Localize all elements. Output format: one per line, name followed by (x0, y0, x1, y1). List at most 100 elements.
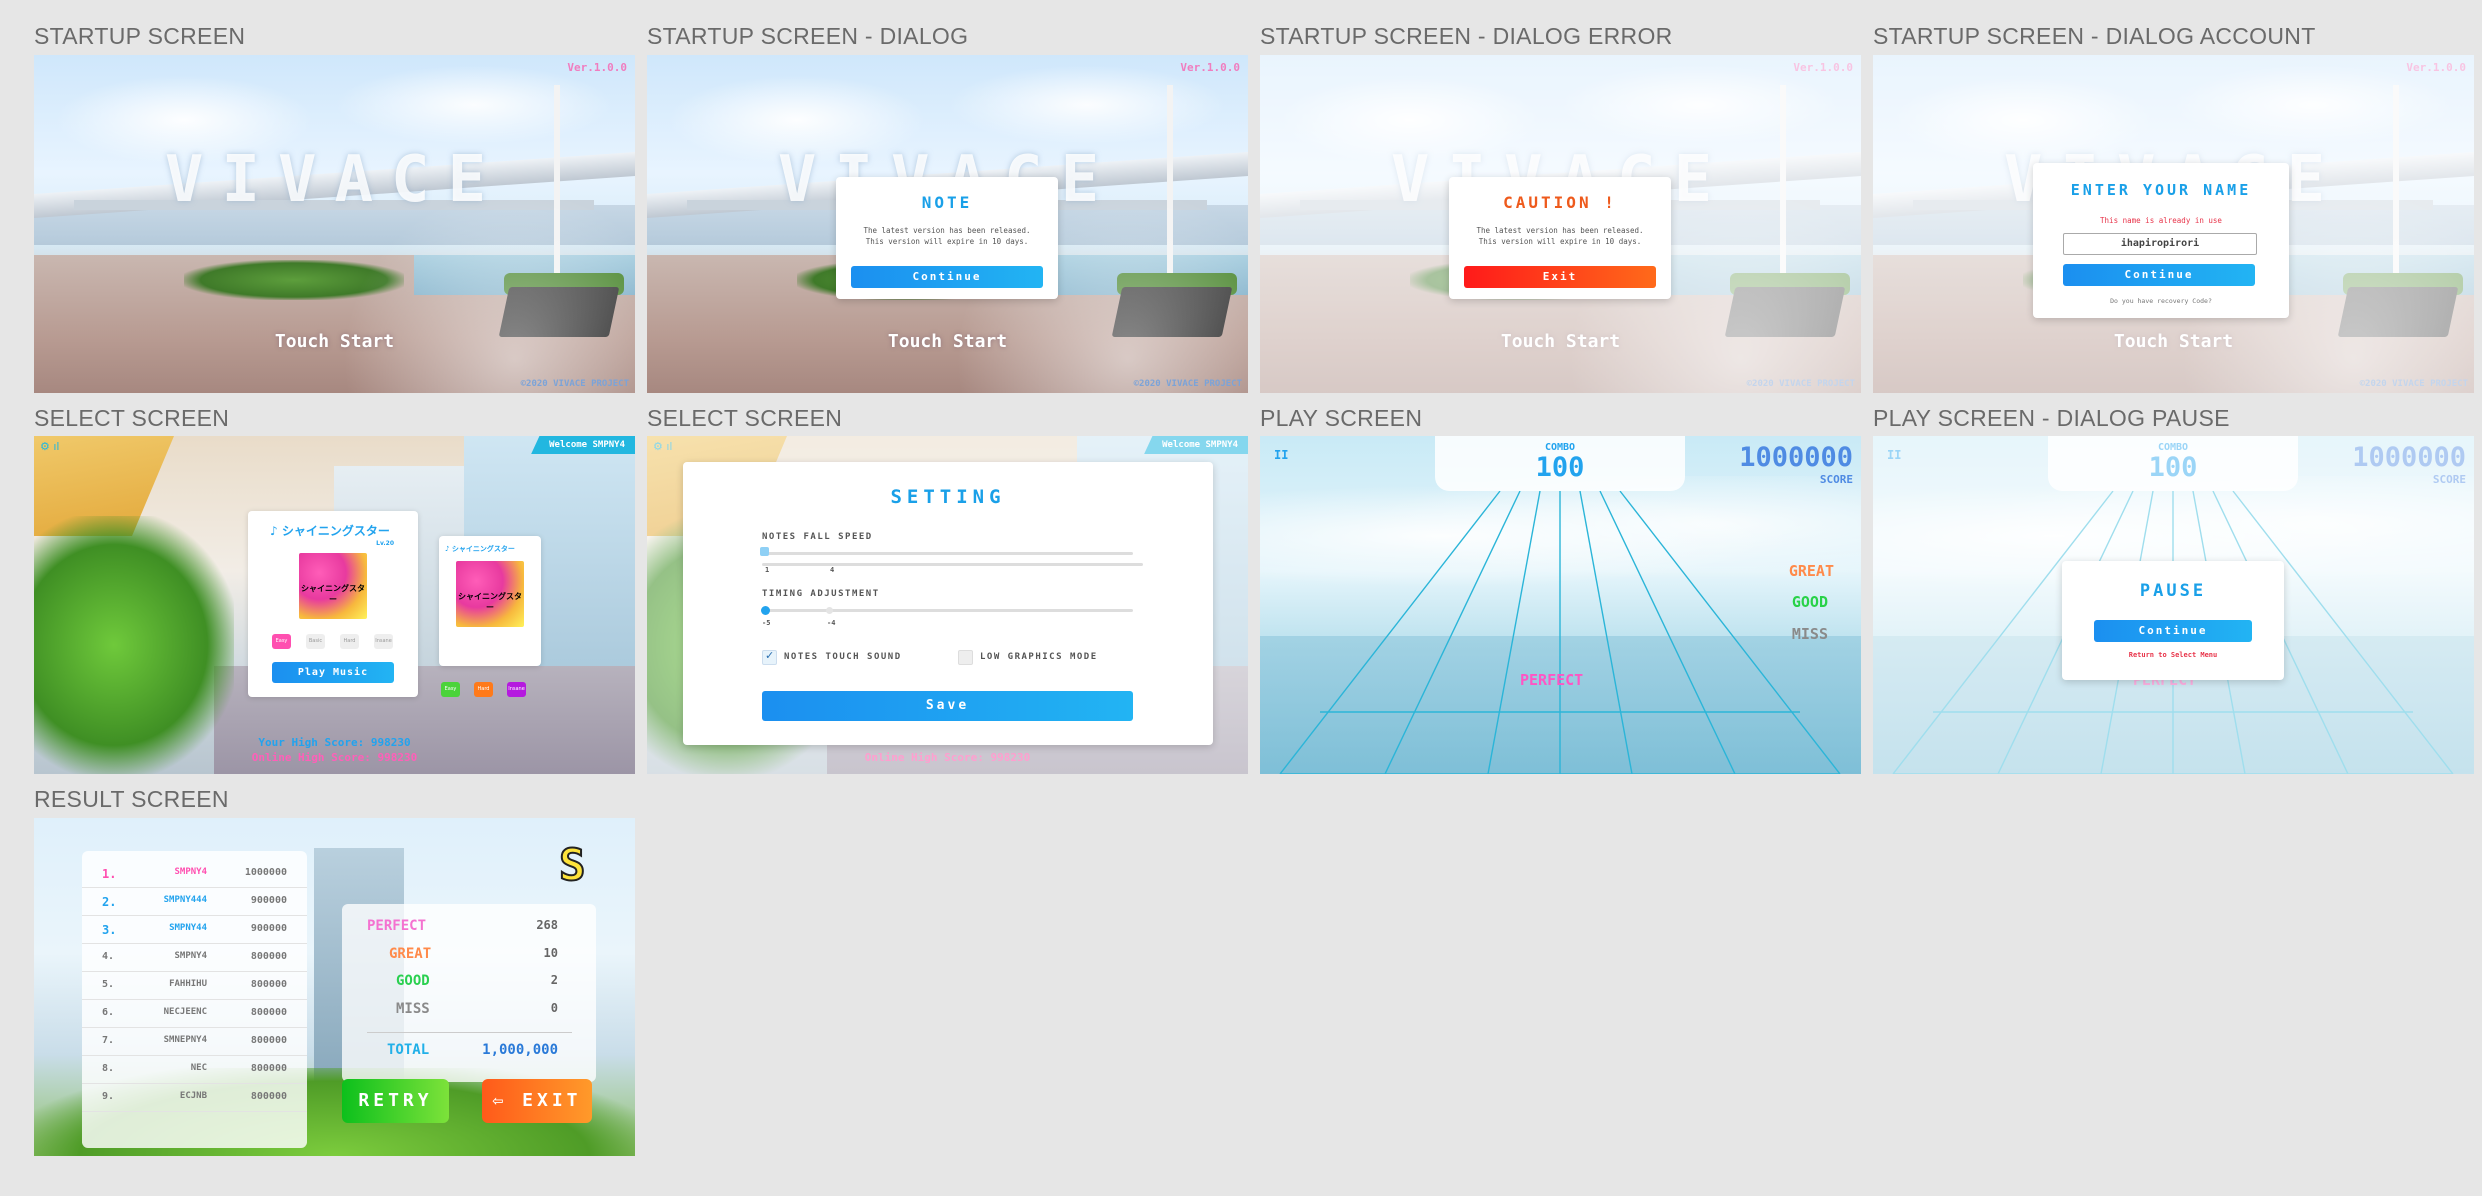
rank-number: 4. (102, 951, 115, 962)
grade-badge: S (558, 839, 586, 892)
startup-dialog-screen: Ver.1.0.0 VIVACE Touch Start ©2020 VIVAC… (647, 55, 1248, 393)
combo-count: 100 (1535, 452, 1585, 483)
account-dialog: ENTER YOUR NAME This name is already in … (2033, 163, 2289, 318)
song-level: Lv.20 (376, 540, 394, 547)
rank-number: 2. (102, 895, 117, 909)
ranking-row: 2. SMPNY444 900000 (82, 887, 307, 916)
miss-judgement: MISS (1791, 625, 1828, 643)
pause-button[interactable]: II (1274, 448, 1288, 462)
perfect-label: PERFECT (367, 918, 427, 934)
player-name: NEC (190, 1063, 207, 1073)
dialog-title: ENTER YOUR NAME (2070, 181, 2252, 199)
title-startup-error: STARTUP SCREEN - DIALOG ERROR (1260, 23, 1673, 49)
exit-label: EXIT (522, 1090, 582, 1111)
settings-icon[interactable]: ⚙ ıl (40, 440, 59, 453)
note-dialog: NOTE The latest version has been release… (836, 177, 1058, 299)
miss-label: MISS (396, 1001, 430, 1017)
ranking-icon[interactable]: ıl (53, 440, 59, 453)
continue-button[interactable]: Continue (2063, 264, 2255, 286)
startup-account-screen: Ver.1.0.0 VIVACE Touch Start ©2020 VIVAC… (1873, 55, 2474, 393)
good-label: GOOD (396, 973, 430, 989)
player-score: 800000 (250, 1063, 287, 1074)
continue-button[interactable]: Continue (851, 266, 1043, 288)
difficulty-easy[interactable]: Easy (272, 634, 291, 649)
player-score: 800000 (250, 979, 287, 990)
game-logo: VIVACE (164, 143, 505, 217)
online-high-score: Online High Score: 998230 (251, 751, 418, 764)
good-count: 2 (550, 973, 558, 987)
speed-value: 4 (830, 566, 835, 574)
rank-number: 7. (102, 1035, 115, 1046)
divider (367, 1032, 572, 1033)
next-difficulty-insane[interactable]: Insane (507, 682, 526, 697)
exit-button[interactable]: Exit (1464, 266, 1656, 288)
select-screen: ⚙ ıl Welcome SMPNY4 ♪ シャイニングスター Lv.20 シャ… (34, 436, 635, 774)
touch-start-prompt[interactable]: Touch Start (34, 331, 635, 352)
play-music-button[interactable]: Play Music (272, 662, 394, 683)
song-jacket: シャイニングスター (299, 553, 367, 619)
pause-dialog: PAUSE Continue Return to Select Menu (2062, 561, 2284, 680)
difficulty-hard[interactable]: Hard (340, 634, 359, 649)
your-high-score: Your High Score: 998230 (258, 736, 411, 749)
dialog-title: PAUSE (2139, 581, 2207, 601)
speed-label: NOTES FALL SPEED (762, 532, 873, 542)
song-card[interactable]: ♪ シャイニングスター Lv.20 シャイニングスター Easy Basic H… (248, 511, 418, 697)
speed-knob[interactable] (760, 547, 769, 556)
copyright: ©2020 VIVACE PROJECT (1133, 379, 1242, 389)
result-screen: 1. SMPNY4 1000000 2. SMPNY444 900000 3. SMPNY44… (34, 818, 635, 1156)
ranking-row: 1. SMPNY4 1000000 (82, 859, 307, 888)
touch-sound-label: NOTES TOUCH SOUND (784, 652, 902, 662)
total-label: TOTAL (387, 1042, 430, 1058)
rank-number: 3. (102, 923, 117, 937)
player-name: ECJNB (179, 1091, 207, 1101)
player-score: 800000 (250, 1035, 287, 1046)
continue-button[interactable]: Continue (2094, 620, 2252, 642)
version-label: Ver.1.0.0 (1180, 61, 1240, 74)
great-count: 10 (543, 946, 558, 960)
dialog-title: NOTE (921, 193, 973, 212)
timing-min: -5 (762, 619, 771, 627)
player-name: NECJEENC (163, 1007, 207, 1017)
player-name: SMPNY44 (169, 923, 207, 933)
startup-error-screen: Ver.1.0.0 VIVACE Touch Start ©2020 VIVAC… (1260, 55, 1861, 393)
ranking-row: 8. NEC 800000 (82, 1055, 307, 1084)
player-score: 800000 (250, 1091, 287, 1102)
low-graphics-checkbox[interactable] (958, 650, 973, 665)
online-high-score: Online High Score: 998230 (864, 751, 1031, 764)
next-difficulty-hard[interactable]: Hard (474, 682, 493, 697)
low-graphics-label: LOW GRAPHICS MODE (980, 652, 1098, 662)
rank-number: 6. (102, 1007, 115, 1018)
player-score: 900000 (250, 895, 287, 906)
save-button[interactable]: Save (762, 691, 1133, 721)
touch-sound-checkbox[interactable]: ✓ (762, 649, 777, 665)
score-value: 1000000 (1739, 442, 1853, 473)
speed-min: 1 (765, 566, 770, 574)
name-input[interactable]: ihapiropirori (2063, 233, 2257, 255)
ranking-row: 4. SMPNY4 800000 (82, 943, 307, 972)
startup-screen[interactable]: Ver.1.0.0 VIVACE Touch Start ©2020 VIVAC… (34, 55, 635, 393)
miss-count: 0 (550, 1001, 558, 1015)
player-score: 800000 (250, 1007, 287, 1018)
recovery-code-link[interactable]: Do you have recovery Code? (2033, 296, 2289, 307)
ranking-row: 7. SMNEPNY4 800000 (82, 1027, 307, 1056)
great-judgement: GREAT (1788, 562, 1834, 580)
player-score: 800000 (250, 951, 287, 962)
timing-track[interactable] (762, 609, 1133, 612)
setting-dialog: SETTING NOTES FALL SPEED 1 4 TIMING ADJU… (683, 462, 1213, 745)
dialog-title: CAUTION ! (1503, 193, 1617, 212)
timing-marker (826, 607, 833, 614)
retry-button[interactable]: RETRY (342, 1079, 449, 1123)
return-select-link[interactable]: Return to Select Menu (2062, 650, 2284, 661)
timing-label: TIMING ADJUSTMENT (762, 589, 880, 599)
difficulty-insane[interactable]: Insane (374, 634, 393, 649)
timing-knob[interactable] (761, 606, 770, 615)
player-score: 900000 (250, 923, 287, 934)
ranking-row: 5. FAHHIHU 800000 (82, 971, 307, 1000)
welcome-banner: Welcome SMPNY4 (531, 436, 635, 454)
exit-button[interactable]: ⇦ EXIT (482, 1079, 592, 1123)
speed-track[interactable] (762, 552, 1133, 555)
good-judgement: GOOD (1791, 593, 1828, 611)
difficulty-basic[interactable]: Basic (306, 634, 325, 649)
next-difficulty-easy[interactable]: Easy (441, 682, 460, 697)
next-song-card[interactable]: ♪ シャイニングスター シャイニングスター (439, 536, 541, 666)
